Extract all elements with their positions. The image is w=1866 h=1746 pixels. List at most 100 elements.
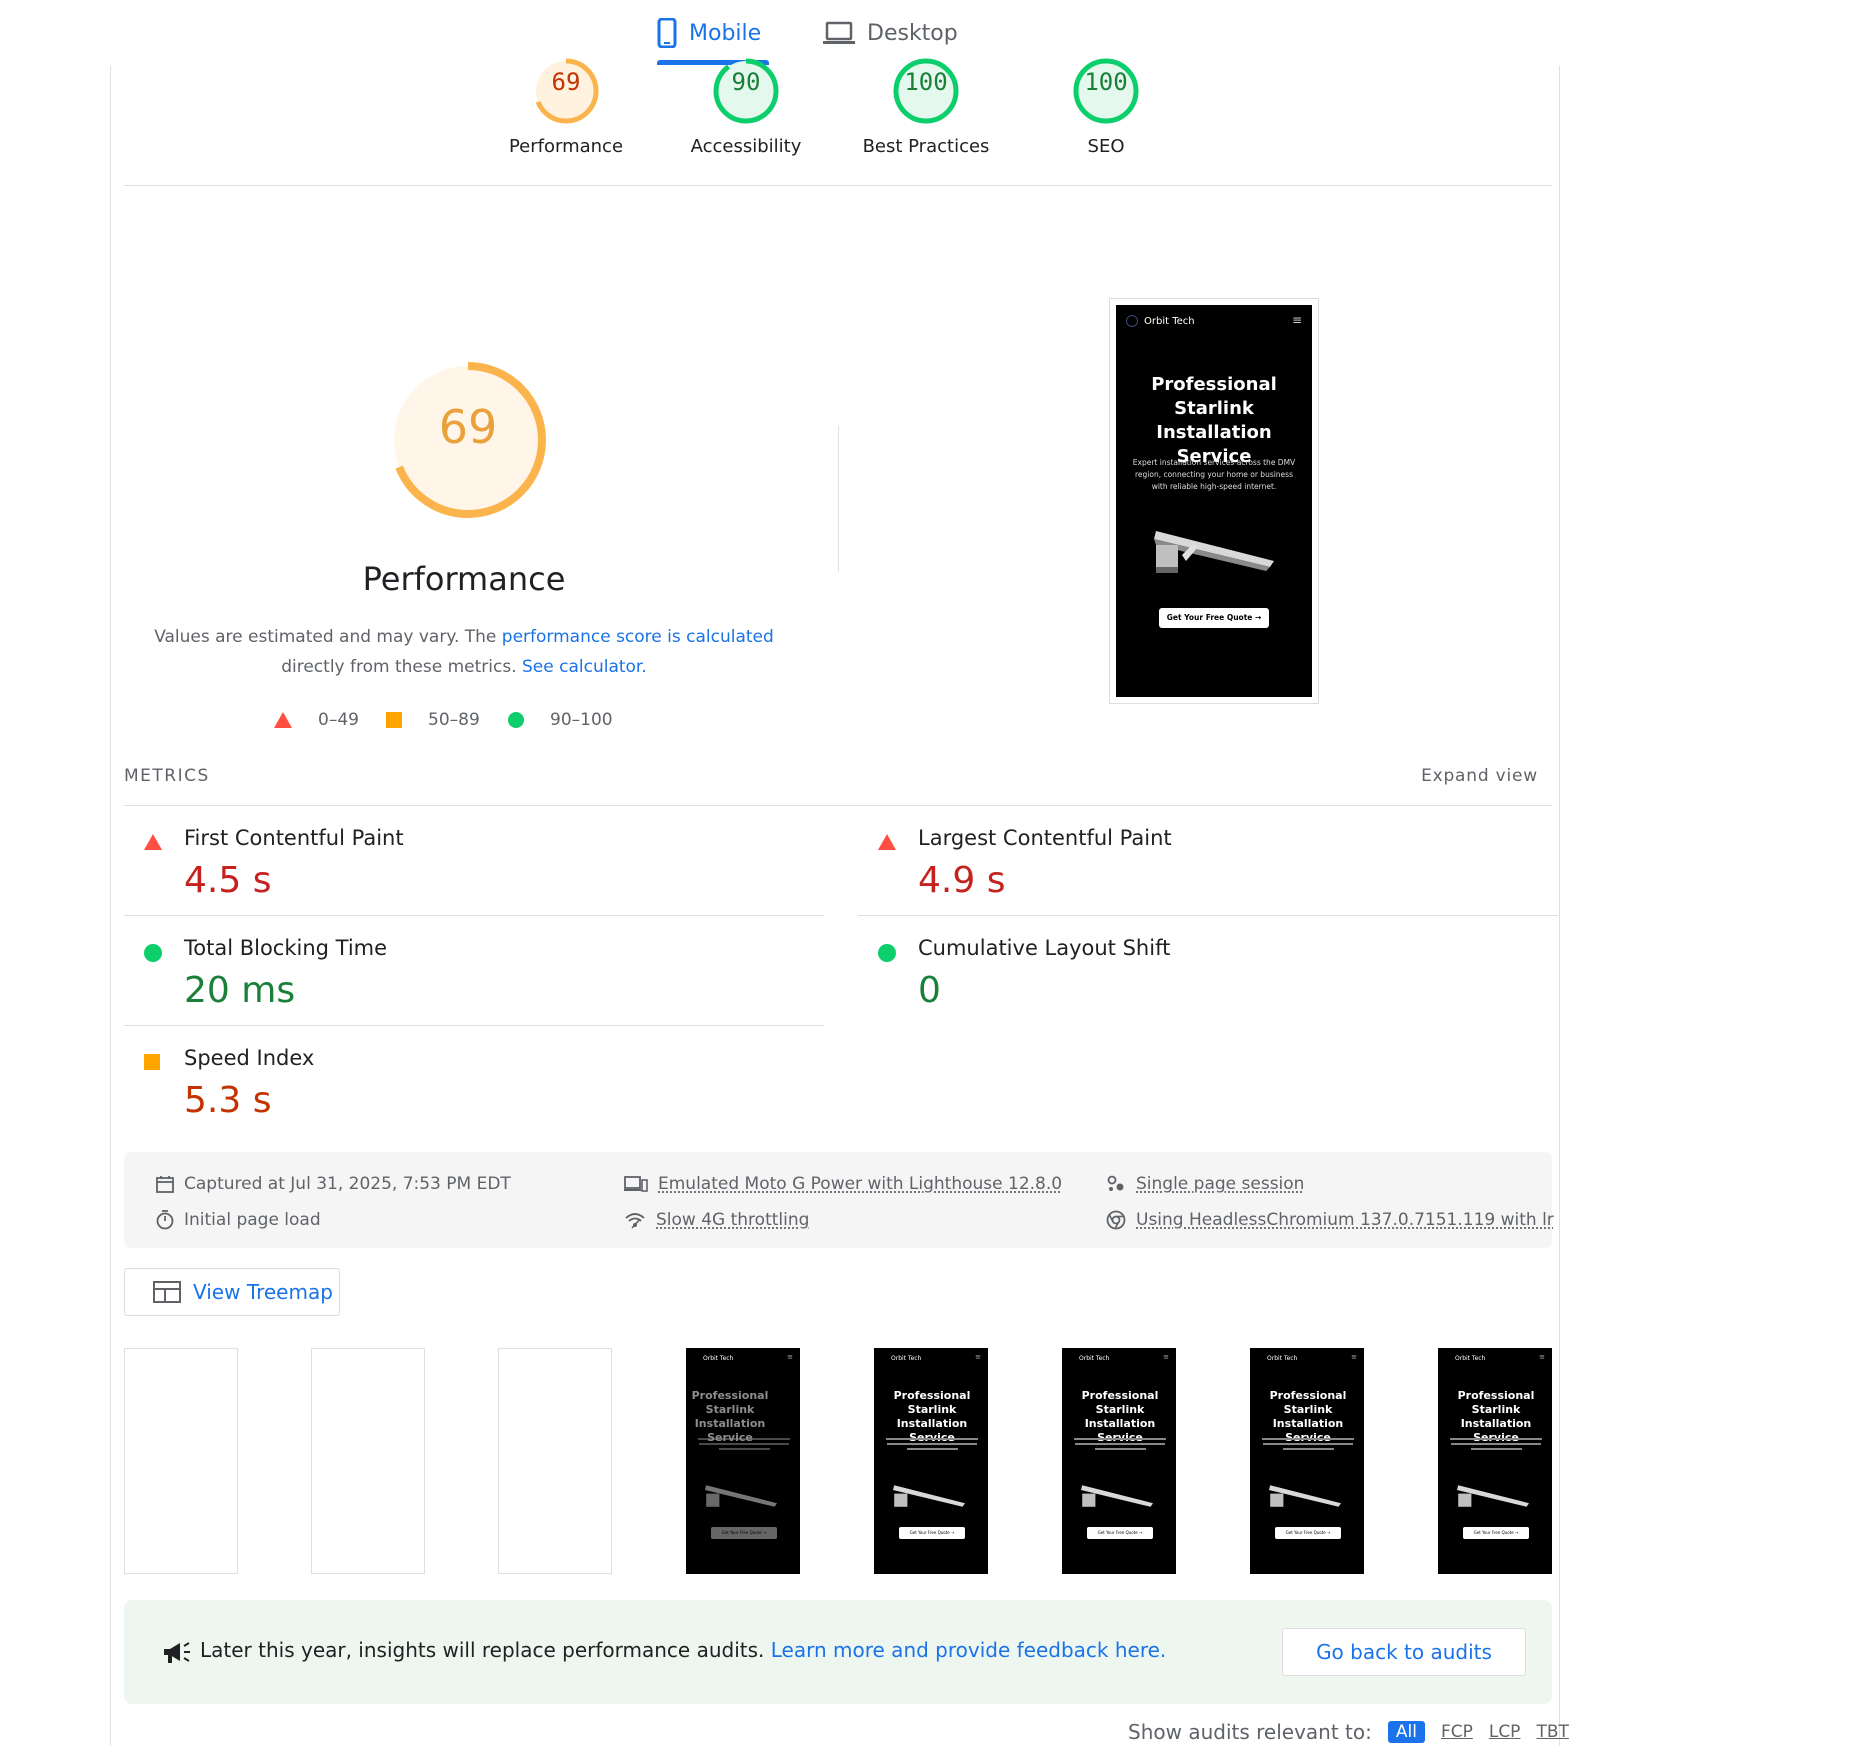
pass-circle-icon bbox=[878, 944, 896, 962]
session-icon bbox=[1106, 1175, 1126, 1193]
score-legend: 0–49 50–89 90–100 bbox=[274, 710, 694, 740]
captured-at: Captured at Jul 31, 2025, 7:53 PM EDT bbox=[156, 1174, 511, 1194]
initial-page-load: Initial page load bbox=[156, 1210, 321, 1230]
satellite-dish-image bbox=[1154, 521, 1274, 581]
filter-chip-all[interactable]: All bbox=[1387, 1721, 1425, 1743]
frame-cta: Get Your Free Quote → bbox=[899, 1527, 965, 1539]
frame-subtitle bbox=[1069, 1435, 1171, 1455]
section-divider bbox=[838, 426, 839, 572]
screenshot-page: Orbit Tech ≡ Professional Starlink Insta… bbox=[1116, 305, 1312, 697]
frame-brand: Orbit Tech bbox=[1455, 1355, 1486, 1362]
gauge-performance[interactable]: 69 Performance bbox=[476, 56, 656, 157]
gauge-accessibility[interactable]: 90 Accessibility bbox=[656, 56, 836, 157]
expand-view-toggle[interactable]: Expand view bbox=[1421, 766, 1538, 786]
browser-text: Using HeadlessChromium 137.0.7151.119 wi… bbox=[1136, 1210, 1554, 1230]
gauge-label: Performance bbox=[508, 136, 624, 157]
metric-value: 5.3 s bbox=[184, 1080, 272, 1121]
metric-speed-index: Speed Index 5.3 s bbox=[124, 1026, 824, 1136]
gauge-score: 100 bbox=[1084, 68, 1128, 96]
metric-value: 20 ms bbox=[184, 970, 296, 1011]
performance-title: Performance bbox=[362, 560, 566, 598]
metric-name: Cumulative Layout Shift bbox=[918, 936, 1171, 960]
final-screenshot[interactable]: Orbit Tech ≡ Professional Starlink Insta… bbox=[1109, 298, 1319, 704]
filmstrip-frame: Orbit Tech ≡ Professional Starlink Insta… bbox=[1250, 1348, 1364, 1574]
gauge-score: 90 bbox=[731, 68, 761, 96]
legend-pass: 90–100 bbox=[508, 710, 613, 730]
frame-brand: Orbit Tech bbox=[703, 1355, 734, 1362]
device-text: Emulated Moto G Power with Lighthouse 12… bbox=[658, 1174, 1063, 1194]
learn-more-link[interactable]: Learn more and provide feedback here. bbox=[771, 1638, 1167, 1662]
view-treemap-button[interactable]: View Treemap bbox=[124, 1268, 340, 1316]
gauge-best-practices[interactable]: 100 Best Practices bbox=[836, 56, 1016, 157]
performance-score: 69 bbox=[438, 400, 498, 454]
captured-text: Captured at Jul 31, 2025, 7:53 PM EDT bbox=[184, 1174, 511, 1194]
wifi-icon bbox=[624, 1211, 646, 1229]
session-text: Single page session bbox=[1136, 1174, 1305, 1194]
satellite-dish-image bbox=[1269, 1479, 1341, 1517]
frame-subtitle bbox=[1445, 1435, 1547, 1455]
average-square-icon bbox=[144, 1054, 160, 1070]
desc-text: Values are estimated and may vary. The bbox=[154, 627, 502, 647]
legend-label: 0–49 bbox=[318, 710, 359, 730]
screenshot-cta: Get Your Free Quote → bbox=[1159, 608, 1269, 628]
banner-text: Later this year, insights will replace p… bbox=[200, 1638, 1166, 1662]
screenshot-hero: Professional Starlink Installation Servi… bbox=[1151, 374, 1277, 467]
orbit-logo-icon bbox=[1126, 315, 1138, 327]
metric-tbt: Total Blocking Time 20 ms bbox=[124, 916, 824, 1026]
gauge-seo[interactable]: 100 SEO bbox=[1016, 56, 1196, 157]
filter-chip-fcp[interactable]: FCP bbox=[1441, 1722, 1473, 1742]
frame-cta: Get Your Free Quote → bbox=[1463, 1527, 1529, 1539]
filter-chip-tbt[interactable]: TBT bbox=[1536, 1722, 1568, 1742]
satellite-dish-image bbox=[705, 1479, 777, 1517]
filmstrip-frame: Orbit Tech ≡ Professional Starlink Insta… bbox=[874, 1348, 988, 1574]
fail-triangle-icon bbox=[144, 834, 162, 850]
frame-cta: Get Your Free Quote → bbox=[1275, 1527, 1341, 1539]
triangle-icon bbox=[274, 712, 292, 728]
tab-mobile[interactable]: Mobile bbox=[657, 12, 761, 54]
frame-cta: Get Your Free Quote → bbox=[1087, 1527, 1153, 1539]
treemap-icon bbox=[153, 1281, 181, 1303]
metric-value: 0 bbox=[918, 970, 941, 1011]
banner-message: Later this year, insights will replace p… bbox=[200, 1638, 771, 1662]
metric-name: Total Blocking Time bbox=[184, 936, 388, 960]
frame-brand: Orbit Tech bbox=[1267, 1355, 1298, 1362]
satellite-dish-image bbox=[893, 1479, 965, 1517]
emulated-device[interactable]: Emulated Moto G Power with Lighthouse 12… bbox=[624, 1174, 1062, 1194]
tab-desktop-label: Desktop bbox=[867, 20, 958, 46]
hamburger-menu-icon: ≡ bbox=[787, 1353, 793, 1361]
filter-chip-lcp[interactable]: LCP bbox=[1489, 1722, 1521, 1742]
frame-subtitle bbox=[1257, 1435, 1359, 1455]
throttling-text: Slow 4G throttling bbox=[656, 1210, 810, 1230]
category-gauges: 69 Performance 90 Accessibility 100 Best… bbox=[124, 56, 1552, 186]
gauge-score: 69 bbox=[551, 68, 581, 96]
frame-cta: Get Your Free Quote → bbox=[711, 1527, 777, 1539]
satellite-dish-image bbox=[1457, 1479, 1529, 1517]
hamburger-menu-icon: ≡ bbox=[975, 1353, 981, 1361]
filmstrip-frame: Orbit Tech ≡ Professional Starlink Insta… bbox=[686, 1348, 800, 1574]
laptop-icon bbox=[823, 21, 855, 45]
timer-icon bbox=[156, 1210, 174, 1230]
satellite-dish-image bbox=[1081, 1479, 1153, 1517]
filmstrip-frame bbox=[498, 1348, 612, 1574]
page-session[interactable]: Single page session bbox=[1106, 1174, 1304, 1194]
frame-subtitle bbox=[881, 1435, 983, 1455]
score-calculated-link[interactable]: performance score is calculated bbox=[502, 627, 774, 647]
metric-cls: Cumulative Layout Shift 0 bbox=[858, 916, 1558, 1026]
screenshot-brand: Orbit Tech bbox=[1144, 316, 1195, 327]
metric-fcp: First Contentful Paint 4.5 s bbox=[124, 806, 824, 916]
filmstrip-frame bbox=[311, 1348, 425, 1574]
tab-mobile-label: Mobile bbox=[689, 20, 762, 46]
browser-version[interactable]: Using HeadlessChromium 137.0.7151.119 wi… bbox=[1106, 1210, 1554, 1230]
frame-subtitle bbox=[693, 1435, 795, 1455]
circle-icon bbox=[508, 712, 524, 728]
smartphone-icon bbox=[657, 18, 677, 48]
square-icon bbox=[386, 712, 402, 728]
see-calculator-link[interactable]: See calculator. bbox=[522, 657, 647, 677]
fail-triangle-icon bbox=[878, 834, 896, 850]
audit-filter: Show audits relevant to: All FCP LCP TBT bbox=[1128, 1718, 1585, 1746]
insights-banner: Later this year, insights will replace p… bbox=[124, 1600, 1552, 1704]
network-throttling[interactable]: Slow 4G throttling bbox=[624, 1210, 809, 1230]
tab-desktop[interactable]: Desktop bbox=[823, 12, 958, 54]
calendar-icon bbox=[156, 1175, 174, 1193]
go-back-to-audits-button[interactable]: Go back to audits bbox=[1282, 1628, 1526, 1676]
